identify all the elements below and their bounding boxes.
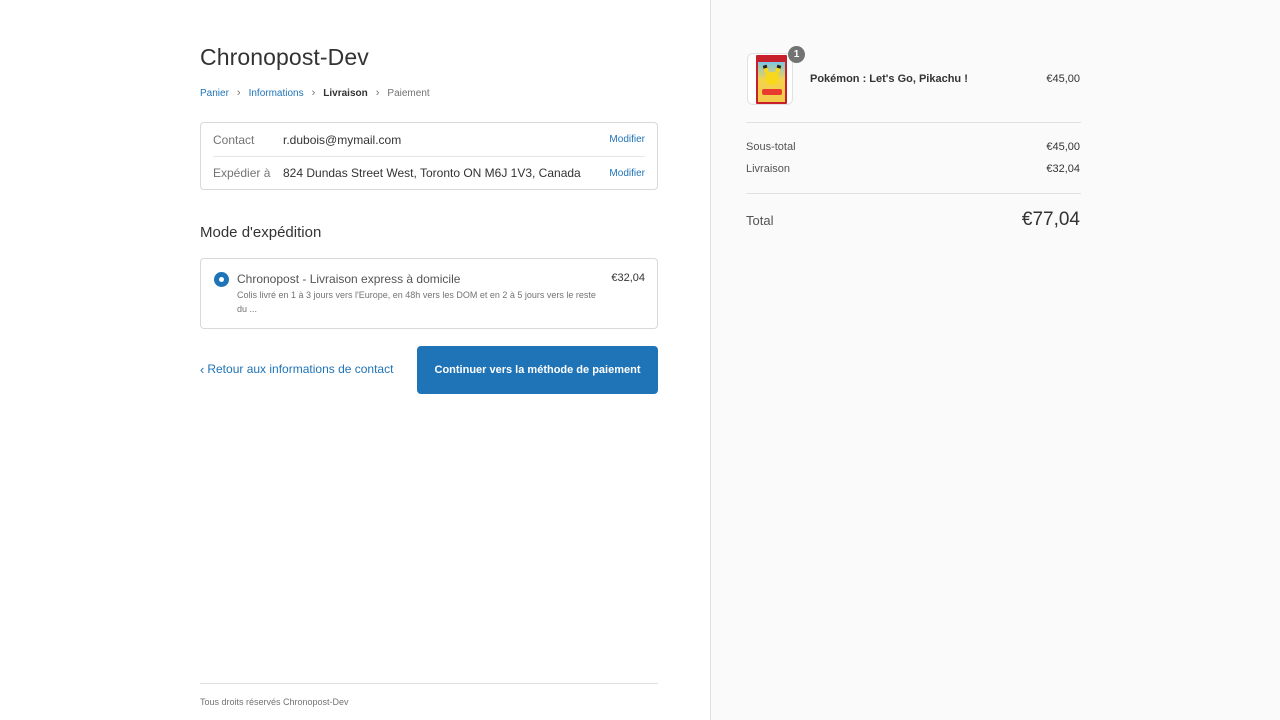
breadcrumb-shipping: Livraison (323, 87, 368, 99)
chevron-right-icon: › (375, 86, 380, 99)
shipping-option-name: Chronopost - Livraison express à domicil… (237, 272, 461, 286)
game-cover-pikachu-icon (756, 55, 787, 104)
total-value: €77,04 (1021, 209, 1080, 230)
chevron-left-icon: ‹ (200, 361, 205, 377)
back-link-label: Retour aux informations de contact (207, 362, 394, 376)
ship-to-value: 824 Dundas Street West, Toronto ON M6J 1… (283, 166, 581, 180)
review-row-contact: Contact r.dubois@mymail.com Modifier (213, 123, 645, 156)
chevron-right-icon: › (311, 86, 316, 99)
quantity-badge: 1 (788, 46, 805, 63)
review-block: Contact r.dubois@mymail.com Modifier Exp… (200, 122, 658, 190)
shipping-method-title: Mode d'expédition (200, 224, 322, 241)
breadcrumb-cart[interactable]: Panier (200, 88, 229, 99)
subtotal-value: €45,00 (1046, 141, 1080, 153)
shop-title[interactable]: Chronopost-Dev (200, 44, 369, 71)
footer-copyright: Tous droits réservés Chronopost-Dev (200, 697, 349, 707)
breadcrumb-payment: Paiement (387, 87, 430, 99)
subtotal-label: Sous-total (746, 141, 796, 153)
shipping-option-price: €32,04 (611, 272, 645, 284)
footer-divider (200, 683, 658, 684)
product-name: Pokémon : Let's Go, Pikachu ! (810, 73, 968, 85)
continue-to-payment-button[interactable]: Continuer vers la méthode de paiement (417, 346, 658, 394)
checkout-main: Chronopost-Dev Panier › Informations › L… (0, 0, 710, 720)
shipping-cost-value: €32,04 (1046, 163, 1080, 175)
radio-selected-dot (219, 277, 224, 282)
chevron-right-icon: › (236, 86, 241, 99)
review-row-ship-to: Expédier à 824 Dundas Street West, Toron… (213, 156, 645, 189)
ship-to-label: Expédier à (213, 166, 271, 180)
shipping-option-radio[interactable] (214, 272, 229, 287)
edit-ship-to-link[interactable]: Modifier (609, 168, 645, 179)
total-label: Total (746, 213, 774, 228)
breadcrumb-information[interactable]: Informations (249, 88, 304, 99)
shipping-option[interactable]: Chronopost - Livraison express à domicil… (200, 258, 658, 329)
product-price: €45,00 (1046, 73, 1080, 85)
summary-divider (746, 193, 1081, 194)
contact-value: r.dubois@mymail.com (283, 132, 402, 147)
shipping-option-description: Colis livré en 1 à 3 jours vers l'Europe… (237, 290, 596, 314)
order-summary: 1 Pokémon : Let's Go, Pikachu ! €45,00 S… (710, 0, 1280, 720)
shipping-cost-label: Livraison (746, 163, 791, 175)
product-thumbnail (747, 53, 793, 105)
breadcrumb: Panier › Informations › Livraison › Paie… (200, 86, 430, 100)
contact-label: Contact (213, 132, 255, 147)
back-to-contact-link[interactable]: ‹ Retour aux informations de contact (200, 362, 393, 376)
summary-divider (746, 122, 1081, 123)
edit-contact-link[interactable]: Modifier (609, 134, 645, 145)
